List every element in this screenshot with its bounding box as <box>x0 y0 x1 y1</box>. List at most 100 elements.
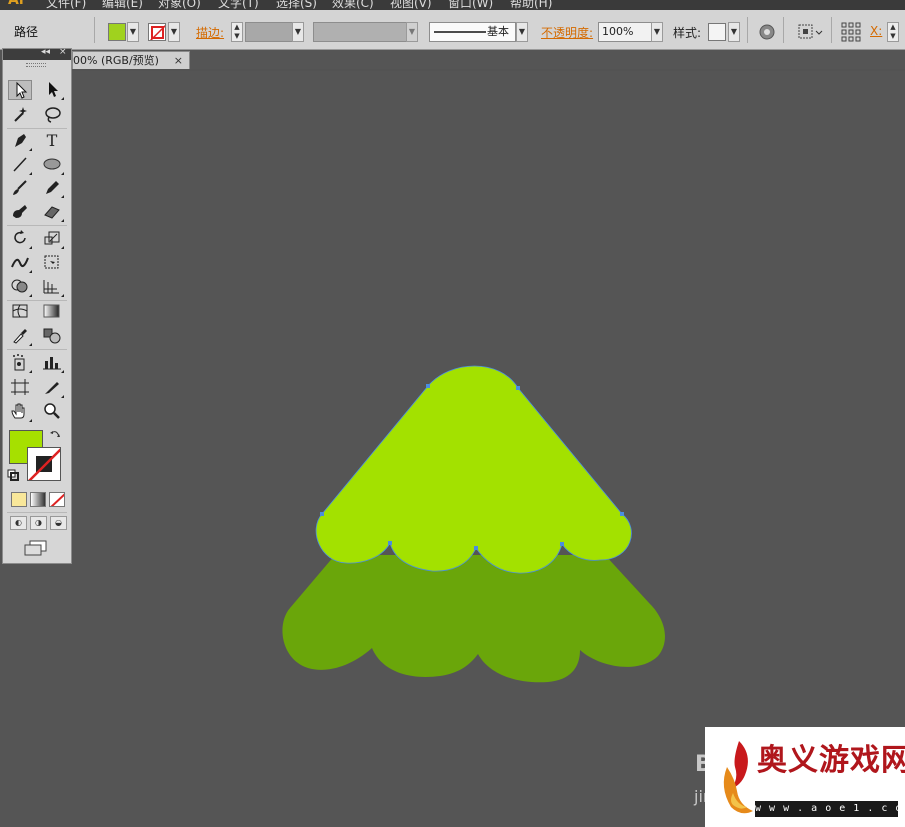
screen-mode-icon[interactable] <box>24 540 48 560</box>
align-to-icon[interactable] <box>797 23 823 44</box>
slice-tool-icon[interactable] <box>40 378 64 398</box>
none-mode-button[interactable] <box>49 492 65 507</box>
gradient-tool-icon[interactable] <box>40 302 64 322</box>
draw-behind-icon[interactable]: ◑ <box>30 516 47 530</box>
fill-swatch[interactable] <box>108 23 126 41</box>
shape-builder-tool-icon[interactable] <box>8 277 32 297</box>
column-graph-tool-icon[interactable] <box>40 353 64 373</box>
type-tool-icon[interactable]: T <box>40 131 64 151</box>
document-tab-title: 00% (RGB/预览) <box>73 54 159 67</box>
recolor-artwork-icon[interactable] <box>758 23 776 44</box>
tools-separator <box>7 512 67 513</box>
app-logo: Ai <box>8 0 24 8</box>
default-fill-stroke-icon[interactable] <box>7 469 19 484</box>
separator <box>831 17 832 43</box>
no-stroke-icon <box>149 24 165 40</box>
color-mode-button[interactable] <box>11 492 27 507</box>
menu-effect[interactable]: 效果(C) <box>332 0 374 10</box>
stroke-dropdown-arrow[interactable]: ▼ <box>168 22 180 42</box>
tools-panel: ◂◂ × T ◐ ◑ ◒ <box>2 47 72 564</box>
panel-grip[interactable] <box>26 63 46 67</box>
document-tab[interactable]: 00% (RGB/预览) × <box>72 51 190 70</box>
tools-separator <box>7 300 67 301</box>
opacity-dropdown-arrow[interactable]: ▼ <box>651 22 663 42</box>
stroke-weight-spinner[interactable]: ▲ ▼ <box>231 22 243 42</box>
stroke-weight-dropdown[interactable]: ▼ <box>292 22 304 42</box>
control-bar: 路径 ▼ ▼ 描边: ▲ ▼ ▼ ▼ 基本 ▼ 不透明度: 100% ▼ 样式: … <box>0 10 905 50</box>
no-stroke-icon <box>28 448 60 480</box>
graphic-style-swatch[interactable] <box>708 23 726 41</box>
artboard-tool-icon[interactable] <box>8 378 32 398</box>
menu-file[interactable]: 文件(F) <box>46 0 86 10</box>
none-icon <box>50 493 64 506</box>
draw-inside-icon[interactable]: ◒ <box>50 516 67 530</box>
gradient-mode-button[interactable] <box>30 492 46 507</box>
magic-wand-tool-icon[interactable] <box>8 105 32 125</box>
opacity-field[interactable]: 100% <box>598 22 652 42</box>
site-watermark: 奥义游戏网 w w w . a o e 1 . c o m <box>705 727 905 827</box>
variable-width-profile[interactable] <box>313 22 407 42</box>
direct-selection-tool-icon[interactable] <box>40 80 64 100</box>
rotate-tool-icon[interactable] <box>8 229 32 249</box>
close-panel-icon[interactable]: × <box>59 47 67 57</box>
stroke-color-swatch[interactable] <box>27 447 61 481</box>
reference-point-icon[interactable] <box>841 22 861 45</box>
tree-bottom-layer[interactable] <box>282 555 665 683</box>
eraser-tool-icon[interactable] <box>40 202 64 222</box>
menu-type[interactable]: 文字(T) <box>218 0 259 10</box>
scale-tool-icon[interactable] <box>40 229 64 249</box>
tools-separator <box>7 128 67 129</box>
menu-help[interactable]: 帮助(H) <box>510 0 552 10</box>
menu-select[interactable]: 选择(S) <box>276 0 317 10</box>
collapse-icon[interactable]: ◂◂ <box>41 47 50 57</box>
eyedropper-tool-icon[interactable] <box>8 326 32 346</box>
brush-definition-label: 基本 <box>487 25 509 38</box>
stroke-line-preview <box>434 31 486 33</box>
menu-window[interactable]: 窗口(W) <box>448 0 493 10</box>
selection-type-label: 路径 <box>14 25 39 39</box>
separator <box>747 17 748 43</box>
pen-tool-icon[interactable] <box>8 131 32 151</box>
tree-top-layer[interactable] <box>315 365 632 574</box>
style-label: 样式: <box>673 26 702 40</box>
mesh-tool-icon[interactable] <box>8 302 32 322</box>
blob-brush-tool-icon[interactable] <box>8 202 32 222</box>
stroke-label[interactable]: 描边: <box>196 24 224 41</box>
brush-definition-field[interactable]: 基本 <box>429 22 516 42</box>
separator <box>783 17 784 43</box>
perspective-grid-tool-icon[interactable] <box>40 277 64 297</box>
free-transform-tool-icon[interactable] <box>40 253 64 273</box>
artwork-canvas[interactable] <box>270 340 690 700</box>
blend-tool-icon[interactable] <box>40 326 64 346</box>
tools-separator <box>7 349 67 350</box>
zoom-tool-icon[interactable] <box>40 402 64 422</box>
pencil-tool-icon[interactable] <box>40 178 64 198</box>
menu-bar: Ai 文件(F) 编辑(E) 对象(O) 文字(T) 选择(S) 效果(C) 视… <box>0 0 905 10</box>
fill-dropdown-arrow[interactable]: ▼ <box>127 22 139 42</box>
swap-fill-stroke-icon[interactable] <box>49 429 61 444</box>
line-segment-tool-icon[interactable] <box>8 155 32 175</box>
symbol-sprayer-tool-icon[interactable] <box>8 353 32 373</box>
tools-separator <box>7 225 67 226</box>
paintbrush-tool-icon[interactable] <box>8 178 32 198</box>
stroke-swatch[interactable] <box>148 23 166 41</box>
graphic-style-dropdown[interactable]: ▼ <box>728 22 740 42</box>
tools-panel-header[interactable]: ◂◂ × <box>3 47 71 60</box>
close-tab-icon[interactable]: × <box>174 52 183 70</box>
opacity-label[interactable]: 不透明度: <box>541 24 593 41</box>
width-tool-icon[interactable] <box>8 253 32 273</box>
menu-edit[interactable]: 编辑(E) <box>102 0 143 10</box>
draw-normal-icon[interactable]: ◐ <box>10 516 27 530</box>
hand-tool-icon[interactable] <box>8 402 32 422</box>
menu-view[interactable]: 视图(V) <box>390 0 432 10</box>
lasso-tool-icon[interactable] <box>40 105 64 125</box>
x-coordinate-label[interactable]: X: <box>870 24 882 38</box>
variable-width-dropdown[interactable]: ▼ <box>406 22 418 42</box>
x-coordinate-spinner[interactable]: ▲ ▼ <box>887 22 899 42</box>
selection-tool-icon[interactable] <box>8 80 32 100</box>
site-url: w w w . a o e 1 . c o m <box>755 801 905 817</box>
ellipse-tool-icon[interactable] <box>40 155 64 175</box>
menu-object[interactable]: 对象(O) <box>158 0 201 10</box>
stroke-weight-field[interactable] <box>245 22 293 42</box>
brush-dropdown-arrow[interactable]: ▼ <box>516 22 528 42</box>
